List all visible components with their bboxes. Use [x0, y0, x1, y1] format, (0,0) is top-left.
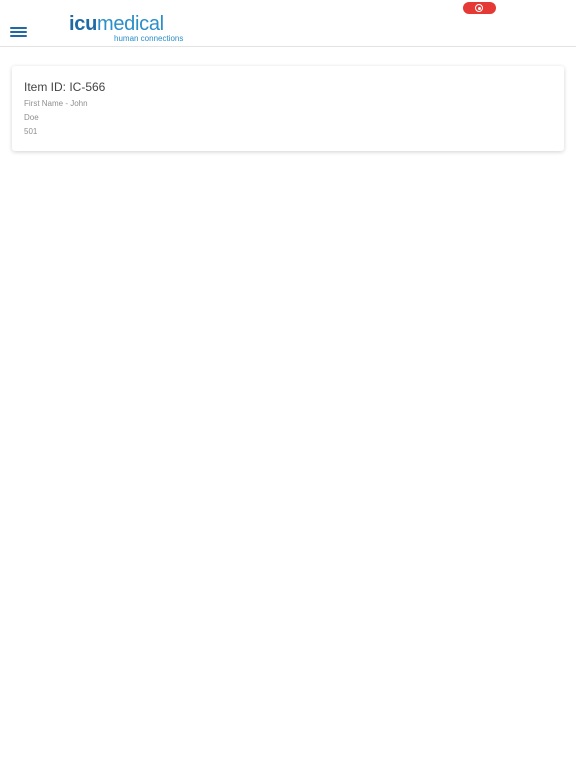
logo-tagline: human connections: [114, 34, 184, 43]
menu-bar: [10, 27, 27, 29]
menu-bar: [10, 35, 27, 37]
hamburger-menu-icon[interactable]: [8, 24, 30, 40]
app-header: icumedical human connections: [0, 0, 576, 47]
record-icon: [475, 4, 483, 12]
item-card[interactable]: Item ID: IC-566 First Name - John Doe 50…: [12, 66, 564, 151]
logo-wordmark: icumedical: [69, 12, 164, 36]
menu-bar: [10, 31, 27, 33]
item-first-name: First Name - John: [24, 99, 88, 108]
record-dot: [477, 6, 481, 10]
record-toggle[interactable]: [463, 2, 496, 14]
item-id-title: Item ID: IC-566: [24, 80, 106, 94]
item-number: 501: [24, 127, 38, 136]
item-last-name: Doe: [24, 113, 39, 122]
logo-light-text: medical: [97, 13, 164, 35]
logo-bold-text: icu: [69, 13, 97, 35]
icu-medical-logo: icumedical human connections: [69, 12, 184, 46]
